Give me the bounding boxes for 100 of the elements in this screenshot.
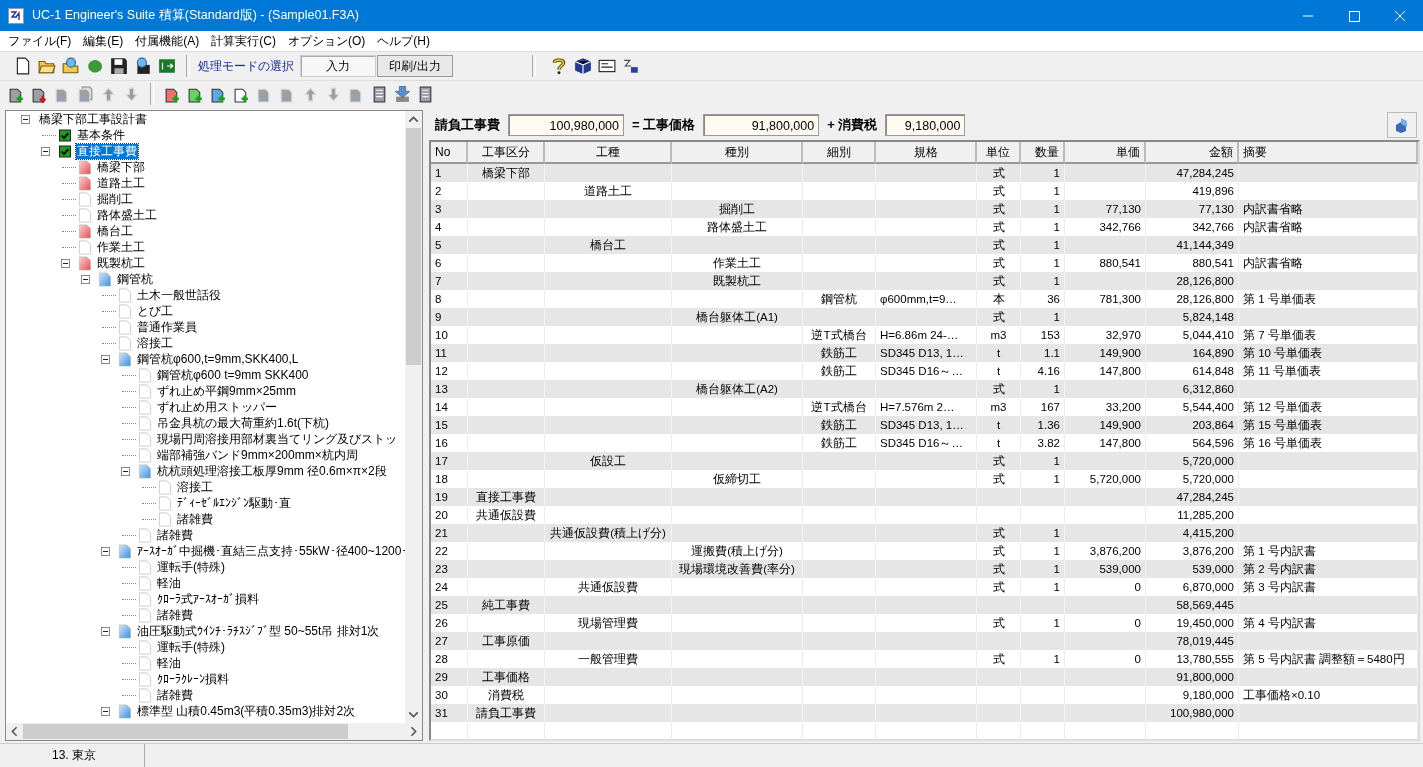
total-field: 100,980,000 [508, 114, 624, 136]
tree-item[interactable]: 標準型 山積0.45m3(平積0.35m3)排対2次 [136, 703, 357, 719]
collapse-toggle-icon[interactable] [101, 626, 110, 636]
tree-item[interactable]: 吊金具杭の最大荷重約1.6t(下杭) [156, 415, 330, 431]
collapse-toggle-icon[interactable] [121, 466, 130, 476]
mode-tab[interactable]: 入力 [300, 55, 376, 77]
table-cell: 58,569,445 [1146, 596, 1239, 614]
table-cell: 1 [431, 164, 468, 182]
tree-item[interactable]: 諸雑費 [156, 607, 194, 623]
folder-page-icon [118, 623, 132, 639]
tree-item[interactable]: 橋梁下部工事設計書 [38, 111, 148, 127]
tree-item[interactable]: 路体盛土工 [96, 207, 158, 223]
table-cell: 橋台躯体工(A1) [672, 308, 803, 326]
table-cell: 149,900 [1065, 344, 1146, 362]
collapse-toggle-icon[interactable] [101, 706, 110, 716]
table-cell: 鉄筋工 [803, 344, 876, 362]
document-icon [118, 287, 132, 303]
document-icon [78, 239, 92, 255]
tree-item[interactable]: 道路土工 [96, 175, 146, 191]
tree-item[interactable]: 諸雑費 [176, 511, 214, 527]
table-cell: t [977, 416, 1021, 434]
document-icon [138, 415, 152, 431]
menu-item[interactable]: オプション(O) [282, 32, 372, 50]
tree-item[interactable]: ｸﾛｰﾗｸﾚｰﾝ損料 [156, 671, 230, 687]
document-icon [138, 655, 152, 671]
table-cell: 47,284,245 [1146, 488, 1239, 506]
table-cell: 23 [431, 560, 468, 578]
vertical-scrollbar[interactable] [405, 111, 422, 723]
tree-item[interactable]: 端部補強バンド9mm×200mm×杭内周 [156, 447, 359, 463]
tree-item[interactable]: 溶接工 [176, 479, 214, 495]
menu-item[interactable]: 計算実行(C) [205, 32, 282, 50]
tree-item[interactable]: 溶接工 [136, 335, 174, 351]
table-cell: SD345 D13, 1… [876, 344, 977, 362]
tree-item[interactable]: ﾃﾞｨｰｾﾞﾙｴﾝｼﾞﾝ駆動･直 [176, 495, 292, 511]
install-icon[interactable] [392, 83, 413, 105]
export-button[interactable] [1387, 112, 1417, 138]
collapse-toggle-icon[interactable] [81, 274, 90, 284]
total-label: 請負工事費 [435, 116, 500, 134]
tree-item[interactable]: とび工 [136, 303, 174, 319]
mode-tab[interactable]: 印刷/出力 [377, 55, 453, 77]
document-icon [158, 495, 172, 511]
menu-item[interactable]: ファイル(F) [2, 32, 78, 50]
collapse-toggle-icon[interactable] [21, 114, 30, 124]
document-icon [138, 527, 152, 543]
tree-item[interactable]: ずれ止め用ストッパー [156, 399, 278, 415]
tree-item[interactable]: 鋼管杭φ600 t=9mm SKK400 [156, 367, 310, 383]
tree-item[interactable]: 橋台工 [96, 223, 134, 239]
tree-item[interactable]: 現場円周溶接用部材裏当てリング及びストッ [156, 431, 398, 447]
tree-item[interactable]: ｱｰｽｵｰｶﾞ中掘機･直結三点支持･55kW･径400~1200･ [136, 543, 405, 559]
menu-item[interactable]: 編集(E) [77, 32, 130, 50]
table-cell: 1 [1021, 236, 1065, 254]
table-cell: 純工事費 [468, 596, 545, 614]
tree-item[interactable]: 鋼管杭φ600,t=9mm,SKK400,L [136, 351, 300, 367]
table-cell: 第 2 号内訳書 [1239, 560, 1418, 578]
save-icon[interactable] [108, 55, 130, 77]
menu-item[interactable]: ヘルプ(H) [371, 32, 436, 50]
table-cell: 式 [977, 452, 1021, 470]
total-label: + 消費税 [827, 116, 878, 134]
tree-item[interactable]: ずれ止め平鋼9mm×25mm [156, 383, 297, 399]
tree-item[interactable]: 既製杭工 [96, 255, 146, 271]
table-cell: 式 [977, 272, 1021, 290]
tree-item[interactable]: 基本条件 [76, 127, 126, 143]
total-field: 9,180,000 [885, 114, 966, 136]
table-cell: 25 [431, 596, 468, 614]
table-cell: 15 [431, 416, 468, 434]
tree-item[interactable]: 諸雑費 [156, 527, 194, 543]
tree-item[interactable]: 直接工事費 [76, 143, 138, 159]
tree-item[interactable]: 軽油 [156, 575, 182, 591]
table-cell: 共通仮設費(積上げ分) [545, 524, 672, 542]
table-cell: 77,130 [1146, 200, 1239, 218]
collapse-toggle-icon[interactable] [61, 258, 70, 268]
collapse-toggle-icon[interactable] [101, 546, 110, 556]
tree-item[interactable]: 軽油 [156, 655, 182, 671]
collapse-toggle-icon[interactable] [101, 354, 110, 364]
table-cell: 掘削工 [672, 200, 803, 218]
tree-item[interactable]: ｸﾛｰﾗ式ｱｰｽｵｰｶﾞ損料 [156, 591, 260, 607]
checkbox-icon[interactable] [58, 127, 72, 143]
checkbox-icon[interactable] [58, 143, 72, 159]
tree-item[interactable]: 諸雑費 [156, 687, 194, 703]
tree-item[interactable]: 掘削工 [96, 191, 134, 207]
tree-item[interactable]: 普通作業員 [136, 319, 198, 335]
horizontal-scrollbar[interactable] [6, 723, 422, 740]
document-icon [138, 447, 152, 463]
tree-item[interactable]: 作業土工 [96, 239, 146, 255]
tree-item[interactable]: 油圧駆動式ｳｲﾝﾁ･ﾗﾁｽｼﾞﾌﾞ型 50~55t吊 排対1次 [136, 623, 381, 639]
collapse-toggle-icon[interactable] [41, 146, 50, 156]
cube-icon[interactable] [572, 55, 594, 77]
tree-item[interactable]: 鋼管杭 [116, 271, 154, 287]
tree-item[interactable]: 運転手(特殊) [156, 559, 226, 575]
table-cell: 1 [1021, 272, 1065, 290]
tree-item[interactable]: 橋梁下部 [96, 159, 146, 175]
table-cell: 1 [1021, 308, 1065, 326]
tree-item[interactable]: 杭杭頭処理溶接工板厚9mm 径0.6m×π×2段 [156, 463, 388, 479]
table-cell: 28,126,800 [1146, 272, 1239, 290]
menu-item[interactable]: 付属機能(A) [129, 32, 206, 50]
table-cell: 現場環境改善費(率分) [672, 560, 803, 578]
tree-item[interactable]: 土木一般世話役 [136, 287, 222, 303]
table-cell: 第 10 号単価表 [1239, 344, 1418, 362]
tree-item[interactable]: 運転手(特殊) [156, 639, 226, 655]
document-icon [138, 367, 152, 383]
